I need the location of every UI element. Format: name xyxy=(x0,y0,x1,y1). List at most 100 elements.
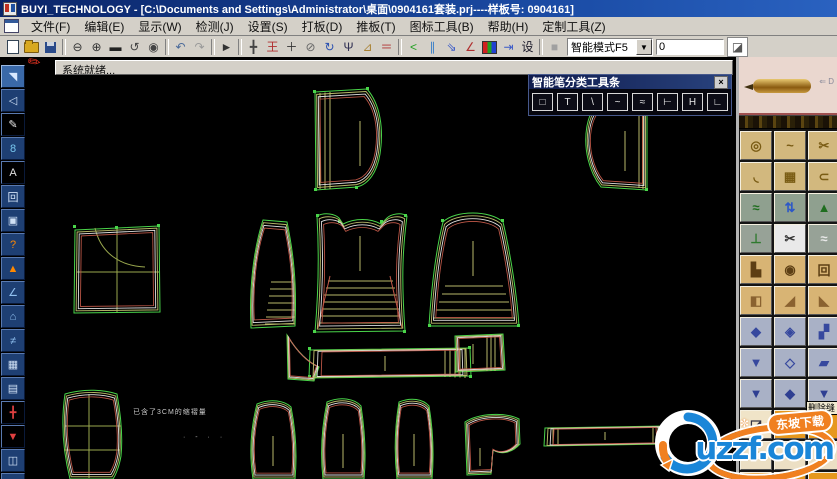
stitch-tool[interactable]: 8 xyxy=(1,137,25,160)
she-tool-icon[interactable]: 设 xyxy=(518,38,537,56)
save-icon[interactable] xyxy=(41,38,60,56)
menu-pattern[interactable]: 打板(D) xyxy=(295,17,350,36)
menu-icon-tools[interactable]: 图标工具(B) xyxy=(403,17,481,36)
menu-check[interactable]: 检测(J) xyxy=(189,17,241,36)
adjust-icon[interactable]: 王 xyxy=(263,38,282,56)
sp-hline-arrow[interactable]: ⊢ xyxy=(657,93,678,111)
pile-tool[interactable]: ▲ xyxy=(808,193,837,222)
dim-close-tool[interactable]: × xyxy=(1,473,25,479)
print-tool[interactable]: ▤ xyxy=(1,377,25,400)
help-tool[interactable]: ? xyxy=(1,233,25,256)
value-input[interactable] xyxy=(656,39,724,55)
menu-edit[interactable]: 编辑(E) xyxy=(77,17,131,36)
angle-icon[interactable]: ⊿ xyxy=(358,38,377,56)
pattern-piece-vest-front[interactable] xyxy=(314,213,408,333)
menu-grading[interactable]: 推板(T) xyxy=(349,17,402,36)
sp-corner[interactable]: ∟ xyxy=(707,93,728,111)
move-point-icon[interactable]: ⇥ xyxy=(499,38,518,56)
pattern-canvas[interactable] xyxy=(25,76,737,479)
measure-tool[interactable]: ∠ xyxy=(1,281,25,304)
outline-dart-tool[interactable]: ◇ xyxy=(774,348,806,377)
swap-arrows-tool[interactable]: ⇅ xyxy=(774,193,806,222)
bar-tool[interactable]: ▰ xyxy=(808,348,837,377)
fan-tool[interactable]: ◆ xyxy=(740,317,772,346)
box-b-tool[interactable]: ◫ xyxy=(774,472,806,479)
zoom-in-icon[interactable]: ⊕ xyxy=(87,38,106,56)
keypad-tool[interactable]: ▦ xyxy=(1,353,25,376)
table-tool[interactable]: ◫ xyxy=(1,449,25,472)
mode-dropdown[interactable]: 智能模式F5 ▼ xyxy=(567,38,653,56)
sp-h[interactable]: H xyxy=(682,93,703,111)
pattern-piece-flare[interactable] xyxy=(428,212,520,327)
equal-icon[interactable]: ＝ xyxy=(377,38,396,56)
pointer-delete-icon[interactable]: ► xyxy=(217,38,236,56)
check-icon[interactable]: < xyxy=(404,38,423,56)
clamp-tool[interactable]: ⊂ xyxy=(808,162,837,191)
pattern-piece-waistband[interactable] xyxy=(308,347,472,379)
sp-curve[interactable]: ~ xyxy=(607,93,628,111)
grid-tool[interactable]: ▦ xyxy=(774,162,806,191)
zoom-area-icon[interactable]: ◉ xyxy=(144,38,163,56)
sewing-machine-tool[interactable]: ▙ xyxy=(740,255,772,284)
gray-box-icon[interactable]: ■ xyxy=(545,38,564,56)
drop-arrow-tool[interactable]: ↓ xyxy=(774,410,806,439)
close-icon[interactable]: × xyxy=(714,75,728,89)
add-point-icon[interactable]: ＋ xyxy=(282,38,301,56)
rect-tool[interactable]: 回 xyxy=(1,185,25,208)
box-a-tool[interactable]: ▣ xyxy=(740,472,772,479)
arrows-icon[interactable]: ⇘ xyxy=(442,38,461,56)
sp-curve-arrow[interactable]: ≈ xyxy=(632,93,653,111)
arrow-dart-tool[interactable]: ▼ xyxy=(740,379,772,408)
dart-tool[interactable]: ▼ xyxy=(740,348,772,377)
lock-move-icon[interactable]: ⊘ xyxy=(301,38,320,56)
scissors-tool[interactable]: ✂ xyxy=(774,224,806,253)
gem-tool[interactable]: ◈ xyxy=(774,317,806,346)
house-tool[interactable]: ⌂ xyxy=(1,305,25,328)
sp-rect[interactable]: □ xyxy=(532,93,553,111)
fit-screen-icon[interactable]: ▬ xyxy=(106,38,125,56)
color-grid-icon[interactable] xyxy=(480,38,499,56)
flashlight-tool[interactable]: ◪ xyxy=(740,410,772,439)
menu-view[interactable]: 显示(W) xyxy=(131,17,188,36)
new-file-icon[interactable] xyxy=(3,38,22,56)
trace-tool[interactable]: ◎ xyxy=(740,131,772,160)
rotate-piece-icon[interactable]: ↻ xyxy=(320,38,339,56)
spiral-tool[interactable]: 回 xyxy=(808,255,837,284)
pick-tool[interactable]: ◥ xyxy=(1,65,25,88)
text-tool[interactable]: A xyxy=(1,161,25,184)
spindle-tool[interactable]: ◆ xyxy=(774,379,806,408)
move-icon[interactable]: ╋ xyxy=(244,38,263,56)
adjust-tool[interactable]: ◁ xyxy=(1,89,25,112)
menu-settings[interactable]: 设置(S) xyxy=(241,17,295,36)
cut-tool[interactable]: ✂ xyxy=(808,131,837,160)
cup-tool[interactable]: ◧ xyxy=(740,286,772,315)
box-c-tool[interactable]: ▤ xyxy=(808,472,837,479)
sp-tee[interactable]: T xyxy=(557,93,578,111)
curve-b-tool[interactable]: ◝ xyxy=(774,441,806,470)
chevron-down-icon[interactable]: ▼ xyxy=(636,39,652,55)
wave-tool[interactable]: ≈ xyxy=(808,224,837,253)
shade-tool[interactable]: ▞ xyxy=(808,317,837,346)
rect-dot-tool[interactable]: ▣ xyxy=(1,209,25,232)
undo-icon[interactable]: ↶ xyxy=(171,38,190,56)
ruler-tool[interactable]: ≠ xyxy=(1,329,25,352)
flame-tool[interactable]: ▲ xyxy=(1,257,25,280)
zoom-out-icon[interactable]: ⊖ xyxy=(68,38,87,56)
red-cross-tool[interactable]: ╋ xyxy=(1,401,25,424)
shoe-tool[interactable]: ◢ xyxy=(774,286,806,315)
smart-pen-titlebar[interactable]: 智能笔分类工具条 × xyxy=(529,75,731,89)
pen-tool[interactable]: ✎ xyxy=(1,113,25,136)
hatch-icon[interactable]: ∥ xyxy=(423,38,442,56)
stamp-tool[interactable]: ⊥ xyxy=(740,224,772,253)
menu-help[interactable]: 帮助(H) xyxy=(481,17,536,36)
menu-file[interactable]: 文件(F) xyxy=(24,17,77,36)
french-curve-tool[interactable]: ◟ xyxy=(740,162,772,191)
curve-c-tool[interactable]: ◞ xyxy=(808,441,837,470)
notch-tool-icon[interactable]: ◪ xyxy=(727,37,748,57)
curve-tool[interactable]: ~ xyxy=(774,131,806,160)
patch-tool[interactable]: ◣ xyxy=(808,286,837,315)
menu-custom-tools[interactable]: 定制工具(Z) xyxy=(535,17,612,36)
red-triangle-tool[interactable]: ▼ xyxy=(1,425,25,448)
redo-icon[interactable]: ↷ xyxy=(190,38,209,56)
seam-icon[interactable]: ∠ xyxy=(461,38,480,56)
